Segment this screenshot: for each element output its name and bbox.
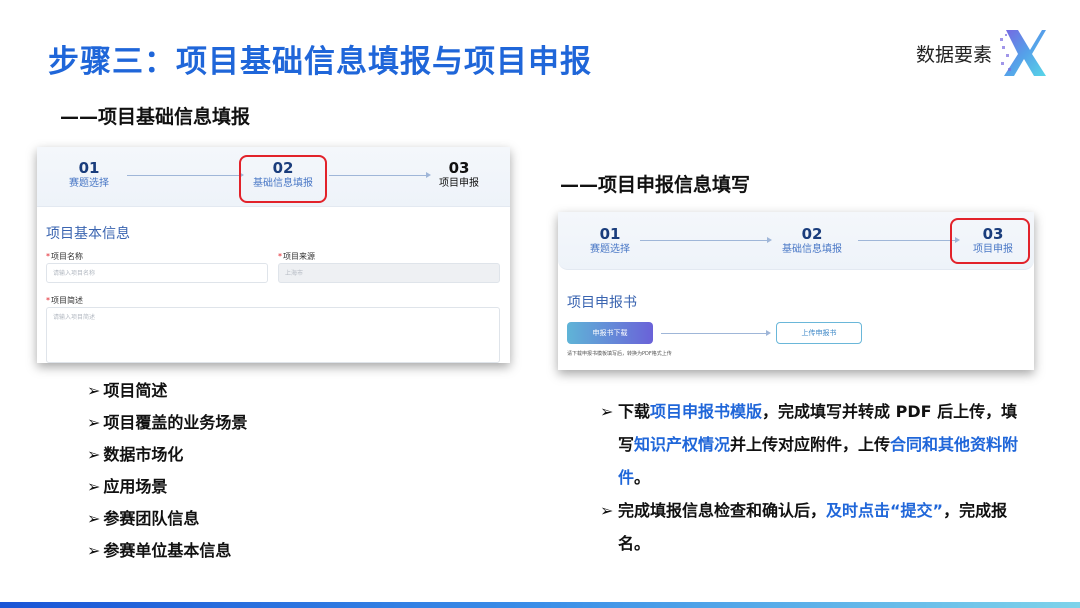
instruction-paragraph: ➢ 完成填报信息检查和确认后，及时点击“提交”，完成报名。: [600, 494, 1020, 560]
project-name-label: *项目名称: [46, 252, 83, 261]
arrowhead-bullet-icon: ➢: [600, 501, 614, 520]
form-title: 项目申报书: [567, 295, 637, 311]
arrow-right-icon: [640, 237, 772, 243]
arrowhead-bullet-icon: ➢: [87, 509, 101, 528]
project-name-input[interactable]: 请输入项目名称: [46, 263, 268, 283]
upload-hint: 请下载申报书模板填写后，转换为PDF格式上传: [567, 351, 672, 357]
list-item: ➢ 项目简述: [87, 375, 247, 407]
form-title: 项目基本信息: [46, 226, 130, 242]
slide-title: 步骤三：项目基础信息填报与项目申报: [48, 44, 592, 80]
screenshot-application-form: 01 赛题选择 02 基础信息填报 03 项目申报 项目申报书 申报书下载 上传…: [558, 212, 1034, 370]
step-label: 赛题选择: [590, 244, 630, 255]
arrowhead-bullet-icon: ➢: [600, 402, 614, 421]
arrow-right-icon: [127, 172, 244, 178]
list-item: ➢ 参赛团队信息: [87, 503, 247, 535]
step-1[interactable]: 01 赛题选择: [59, 159, 119, 191]
bottom-accent-bar: [0, 602, 1080, 608]
step-number: 03: [448, 159, 470, 177]
basic-info-list: ➢ 项目简述 ➢ 项目覆盖的业务场景 ➢ 数据市场化 ➢ 应用场景 ➢ 参赛团队信息 ➢ 参…: [87, 375, 247, 567]
arrowhead-bullet-icon: ➢: [87, 477, 101, 496]
arrowhead-bullet-icon: ➢: [87, 381, 101, 400]
project-source-select[interactable]: 上海市: [278, 263, 500, 283]
screenshot-basic-info-form: 01 赛题选择 02 基础信息填报 03 项目申报 项目基本信息 *项目名称 请…: [37, 147, 510, 363]
logo-text: 数据要素: [915, 43, 992, 66]
step-highlight-box: [239, 155, 327, 203]
section-heading-basic-info: ——项目基础信息填报: [60, 106, 251, 128]
list-item: ➢ 项目覆盖的业务场景: [87, 407, 247, 439]
step-progress-bar: 01 赛题选择 02 基础信息填报 03 项目申报: [37, 147, 510, 207]
instruction-paragraph: ➢ 下载项目申报书模版，完成填写并转成 PDF 后上传，填写知识产权情况并上传对应…: [600, 395, 1020, 494]
step-progress-bar: 01 赛题选择 02 基础信息填报 03 项目申报: [558, 212, 1034, 270]
arrowhead-bullet-icon: ➢: [87, 541, 101, 560]
project-desc-textarea[interactable]: 请输入项目简述: [46, 307, 500, 363]
list-item: ➢ 应用场景: [87, 471, 247, 503]
arrow-right-icon: [329, 172, 431, 178]
section-heading-application: ——项目申报信息填写: [560, 174, 751, 196]
step-3[interactable]: 03 项目申报: [429, 159, 489, 191]
step-number: 01: [599, 225, 621, 243]
arrowhead-bullet-icon: ➢: [87, 413, 101, 432]
download-template-button[interactable]: 申报书下载: [567, 322, 653, 344]
list-item: ➢ 数据市场化: [87, 439, 247, 471]
arrow-right-icon: [661, 330, 771, 336]
step-1[interactable]: 01 赛题选择: [580, 225, 640, 257]
project-source-label: *项目来源: [278, 252, 315, 261]
brand-logo: 数据要素: [916, 28, 1048, 78]
arrow-right-icon: [858, 237, 960, 243]
project-desc-label: *项目简述: [46, 296, 83, 305]
step-highlight-box: [950, 218, 1030, 264]
step-number: 01: [78, 159, 100, 177]
step-label: 基础信息填报: [782, 244, 842, 255]
step-label: 赛题选择: [69, 178, 109, 189]
application-instructions: ➢ 下载项目申报书模版，完成填写并转成 PDF 后上传，填写知识产权情况并上传对应…: [600, 395, 1020, 560]
step-number: 02: [801, 225, 823, 243]
upload-application-button[interactable]: 上传申报书: [776, 322, 862, 344]
arrowhead-bullet-icon: ➢: [87, 445, 101, 464]
step-label: 项目申报: [439, 178, 479, 189]
x-logo-icon: [1000, 30, 1046, 76]
step-2[interactable]: 02 基础信息填报: [772, 225, 852, 257]
list-item: ➢ 参赛单位基本信息: [87, 535, 247, 567]
